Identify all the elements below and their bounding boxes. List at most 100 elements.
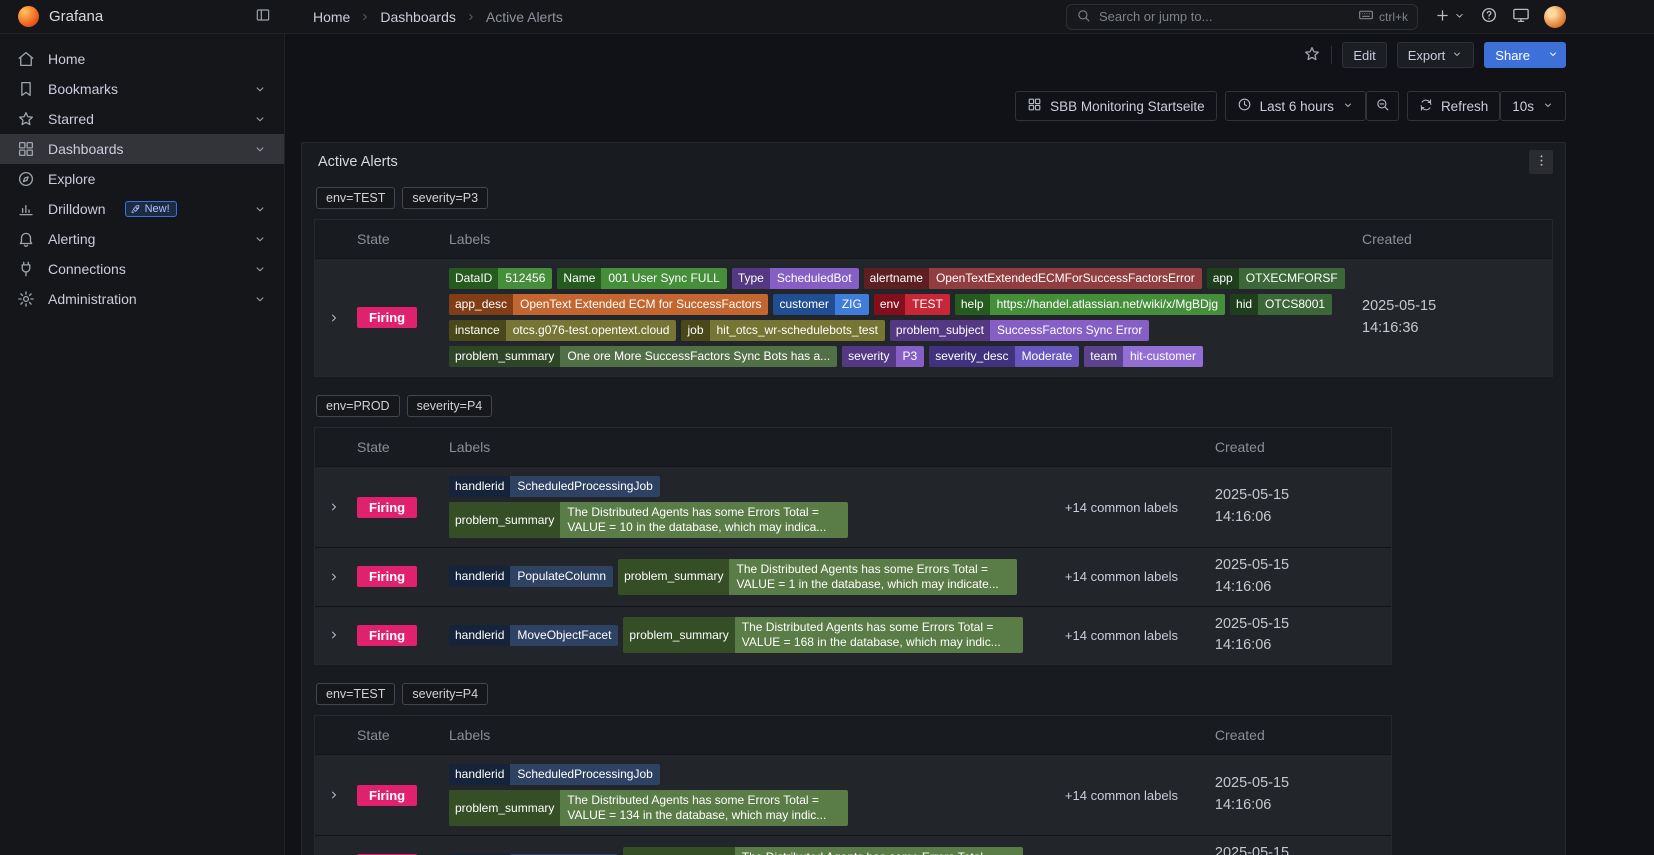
news-button[interactable] [1512, 6, 1530, 27]
labels-cell: handlerid ScheduledProcessingJob problem_s… [449, 762, 1065, 828]
dashboard-link-button[interactable]: SBB Monitoring Startseite [1015, 91, 1217, 121]
alert-label-chip[interactable]: handlerid ScheduledProcessingJob [449, 476, 660, 497]
alert-label-chip[interactable]: Name 001 User Sync FULL [557, 268, 727, 289]
chevron-right-icon [363, 13, 368, 20]
alert-label-chip[interactable]: hid OTCS8001 [1230, 294, 1333, 315]
sidebar-item-explore[interactable]: Explore [0, 164, 284, 194]
alert-label-chip[interactable]: alertname OpenTextExtendedECMForSuccessFa… [863, 268, 1202, 289]
common-labels-text: +14 common labels [1064, 627, 1179, 643]
alert-label-chip[interactable]: job hit_otcs_wr-schedulebots_test [681, 320, 885, 341]
help-button[interactable] [1480, 6, 1498, 27]
alert-state-badge: Firing [357, 784, 418, 806]
alert-label-chip[interactable]: problem_subject SuccessFactors Sync Error [889, 320, 1150, 341]
expand-row-button[interactable] [327, 628, 341, 642]
share-menu-button[interactable] [1540, 42, 1566, 68]
panel-menu-button[interactable] [1529, 150, 1553, 174]
expand-row-button[interactable] [327, 500, 341, 514]
alert-label-chip[interactable]: instance otcs.g076-test.opentext.cloud [449, 320, 677, 341]
label-value: OpenText Extended ECM for SuccessFactors [513, 294, 769, 315]
created-cell: 2025-05-15 14:16:06 [1215, 485, 1391, 529]
group-tag[interactable]: severity=P3 [402, 187, 489, 209]
alert-label-chip[interactable]: severity_desc Moderate [929, 346, 1080, 367]
label-value: OpenTextExtendedECMForSuccessFactorsErro… [928, 268, 1202, 289]
alert-label-chip[interactable]: problem_summaryThe Distributed Agents ha… [618, 558, 1018, 595]
alert-label-chip[interactable]: help https://handel.atlassian.net/wiki/x/… [954, 294, 1226, 315]
alert-row: Firing handlerid PopulateColumn problem_sum… [315, 547, 1391, 606]
sidebar-item-home[interactable]: Home [0, 44, 284, 74]
sidebar-toggle-button[interactable] [255, 7, 271, 26]
time-range-picker[interactable]: Last 6 hours [1224, 91, 1366, 121]
expand-row-button[interactable] [327, 788, 341, 802]
new-menu-button[interactable] [1434, 7, 1466, 27]
created-cell: 2025-05-15 14:16:06 [1215, 614, 1391, 658]
group-tag[interactable]: severity=P4 [406, 395, 493, 417]
alert-label-chip[interactable]: problem_summaryThe Distributed Agents ha… [623, 617, 1023, 654]
alert-label-chip[interactable]: handlerid ScheduledProcessingJob [449, 764, 660, 785]
group-tag[interactable]: severity=P4 [402, 683, 489, 705]
breadcrumb-item[interactable]: Home [313, 9, 350, 25]
alert-label-chip[interactable]: severity P3 [842, 346, 925, 367]
alert-label-chip[interactable]: team hit-customer [1084, 346, 1203, 367]
sidebar-item-administration[interactable]: Administration [0, 284, 284, 314]
active-alerts-panel: Active Alerts env=TEST severity=P3 State La… [301, 142, 1566, 855]
sidebar-item-starred[interactable]: Starred [0, 104, 284, 134]
search-shortcut: ctrl+k [1358, 7, 1408, 26]
chevron-down-icon [256, 117, 264, 122]
alert-table: State Labels Created Firing DataID 512456 Name… [314, 219, 1553, 377]
alert-table: State Labels Created Firing handlerid Schedul… [314, 427, 1392, 665]
group-tag[interactable]: env=TEST [316, 683, 396, 705]
group-tag[interactable]: env=TEST [316, 187, 396, 209]
chevron-down-icon [253, 292, 267, 306]
alert-label-chip[interactable]: problem_summaryThe Distributed Agents ha… [623, 846, 1023, 855]
search-icon [1076, 8, 1091, 26]
kebab-icon [1534, 153, 1549, 171]
alert-label-chip[interactable]: handleridMoveObjectFacet [449, 624, 619, 646]
expand-row-button[interactable] [327, 311, 341, 325]
group-tag[interactable]: env=PROD [316, 395, 400, 417]
alert-label-chip[interactable]: problem_summary One ore More SuccessFacto… [449, 346, 838, 367]
alert-label-chip[interactable]: DataID 512456 [449, 268, 553, 289]
refresh-button[interactable]: Refresh [1406, 91, 1501, 121]
grafana-logo-icon[interactable] [18, 6, 39, 27]
label-value: OTXECMFORSF [1238, 268, 1345, 289]
alert-label-chip[interactable]: customer ZIG [773, 294, 869, 315]
chevron-down-icon [1547, 48, 1559, 63]
chevron-down-icon [1545, 103, 1551, 107]
zoom-out-button[interactable] [1365, 91, 1399, 121]
alert-group: env=TEST severity=P4 State Labels Created Fir… [314, 683, 1553, 855]
label-key: app_desc [449, 294, 514, 315]
favorite-star-button[interactable] [1303, 45, 1321, 66]
keyboard-icon [1358, 7, 1374, 26]
alert-label-chip[interactable]: handlerid PopulateColumn [449, 566, 614, 588]
rocket-icon [131, 204, 139, 213]
share-button[interactable]: Share [1484, 42, 1541, 68]
alert-label-chip[interactable]: Type ScheduledBot [731, 268, 859, 289]
alert-label-chip[interactable]: env TEST [873, 294, 950, 315]
search-box[interactable]: Search or jump to... ctrl+k [1066, 3, 1418, 30]
plus-icon [1437, 9, 1448, 21]
breadcrumb-item[interactable]: Active Alerts [486, 9, 563, 25]
alert-label-chip[interactable]: app OTXECMFORSF [1206, 268, 1345, 289]
sidebar-item-dashboards[interactable]: Dashboards [0, 134, 284, 164]
panel-header: Active Alerts [314, 143, 1553, 181]
user-avatar[interactable] [1544, 5, 1566, 28]
refresh-interval-button[interactable]: 10s [1500, 91, 1566, 121]
alert-label-chip[interactable]: app_desc OpenText Extended ECM for Succes… [449, 294, 769, 315]
breadcrumb-item[interactable]: Dashboards [380, 9, 456, 25]
edit-button[interactable]: Edit [1342, 42, 1387, 68]
alert-label-chip[interactable]: problem_summaryThe Distributed Agents ha… [449, 502, 849, 538]
column-header-created: Created [1214, 727, 1265, 743]
star-icon [1303, 45, 1321, 66]
chevron-down-icon [1454, 52, 1461, 56]
export-button[interactable]: Export [1396, 42, 1475, 68]
sidebar-item-connections[interactable]: Connections [0, 254, 284, 284]
sidebar-item-drilldown[interactable]: Drilldown New! [0, 194, 284, 224]
alert-label-chip[interactable]: problem_summaryThe Distributed Agents ha… [449, 790, 849, 826]
alert-table: State Labels Created Firing handlerid Schedul… [314, 715, 1392, 855]
sidebar-item-bookmarks[interactable]: Bookmarks [0, 74, 284, 104]
sidebar-item-alerting[interactable]: Alerting [0, 224, 284, 254]
expand-row-button[interactable] [327, 570, 341, 584]
chevron-right-icon [469, 13, 473, 20]
share-button-label: Share [1495, 47, 1530, 63]
alert-state-badge: Firing [357, 566, 418, 588]
